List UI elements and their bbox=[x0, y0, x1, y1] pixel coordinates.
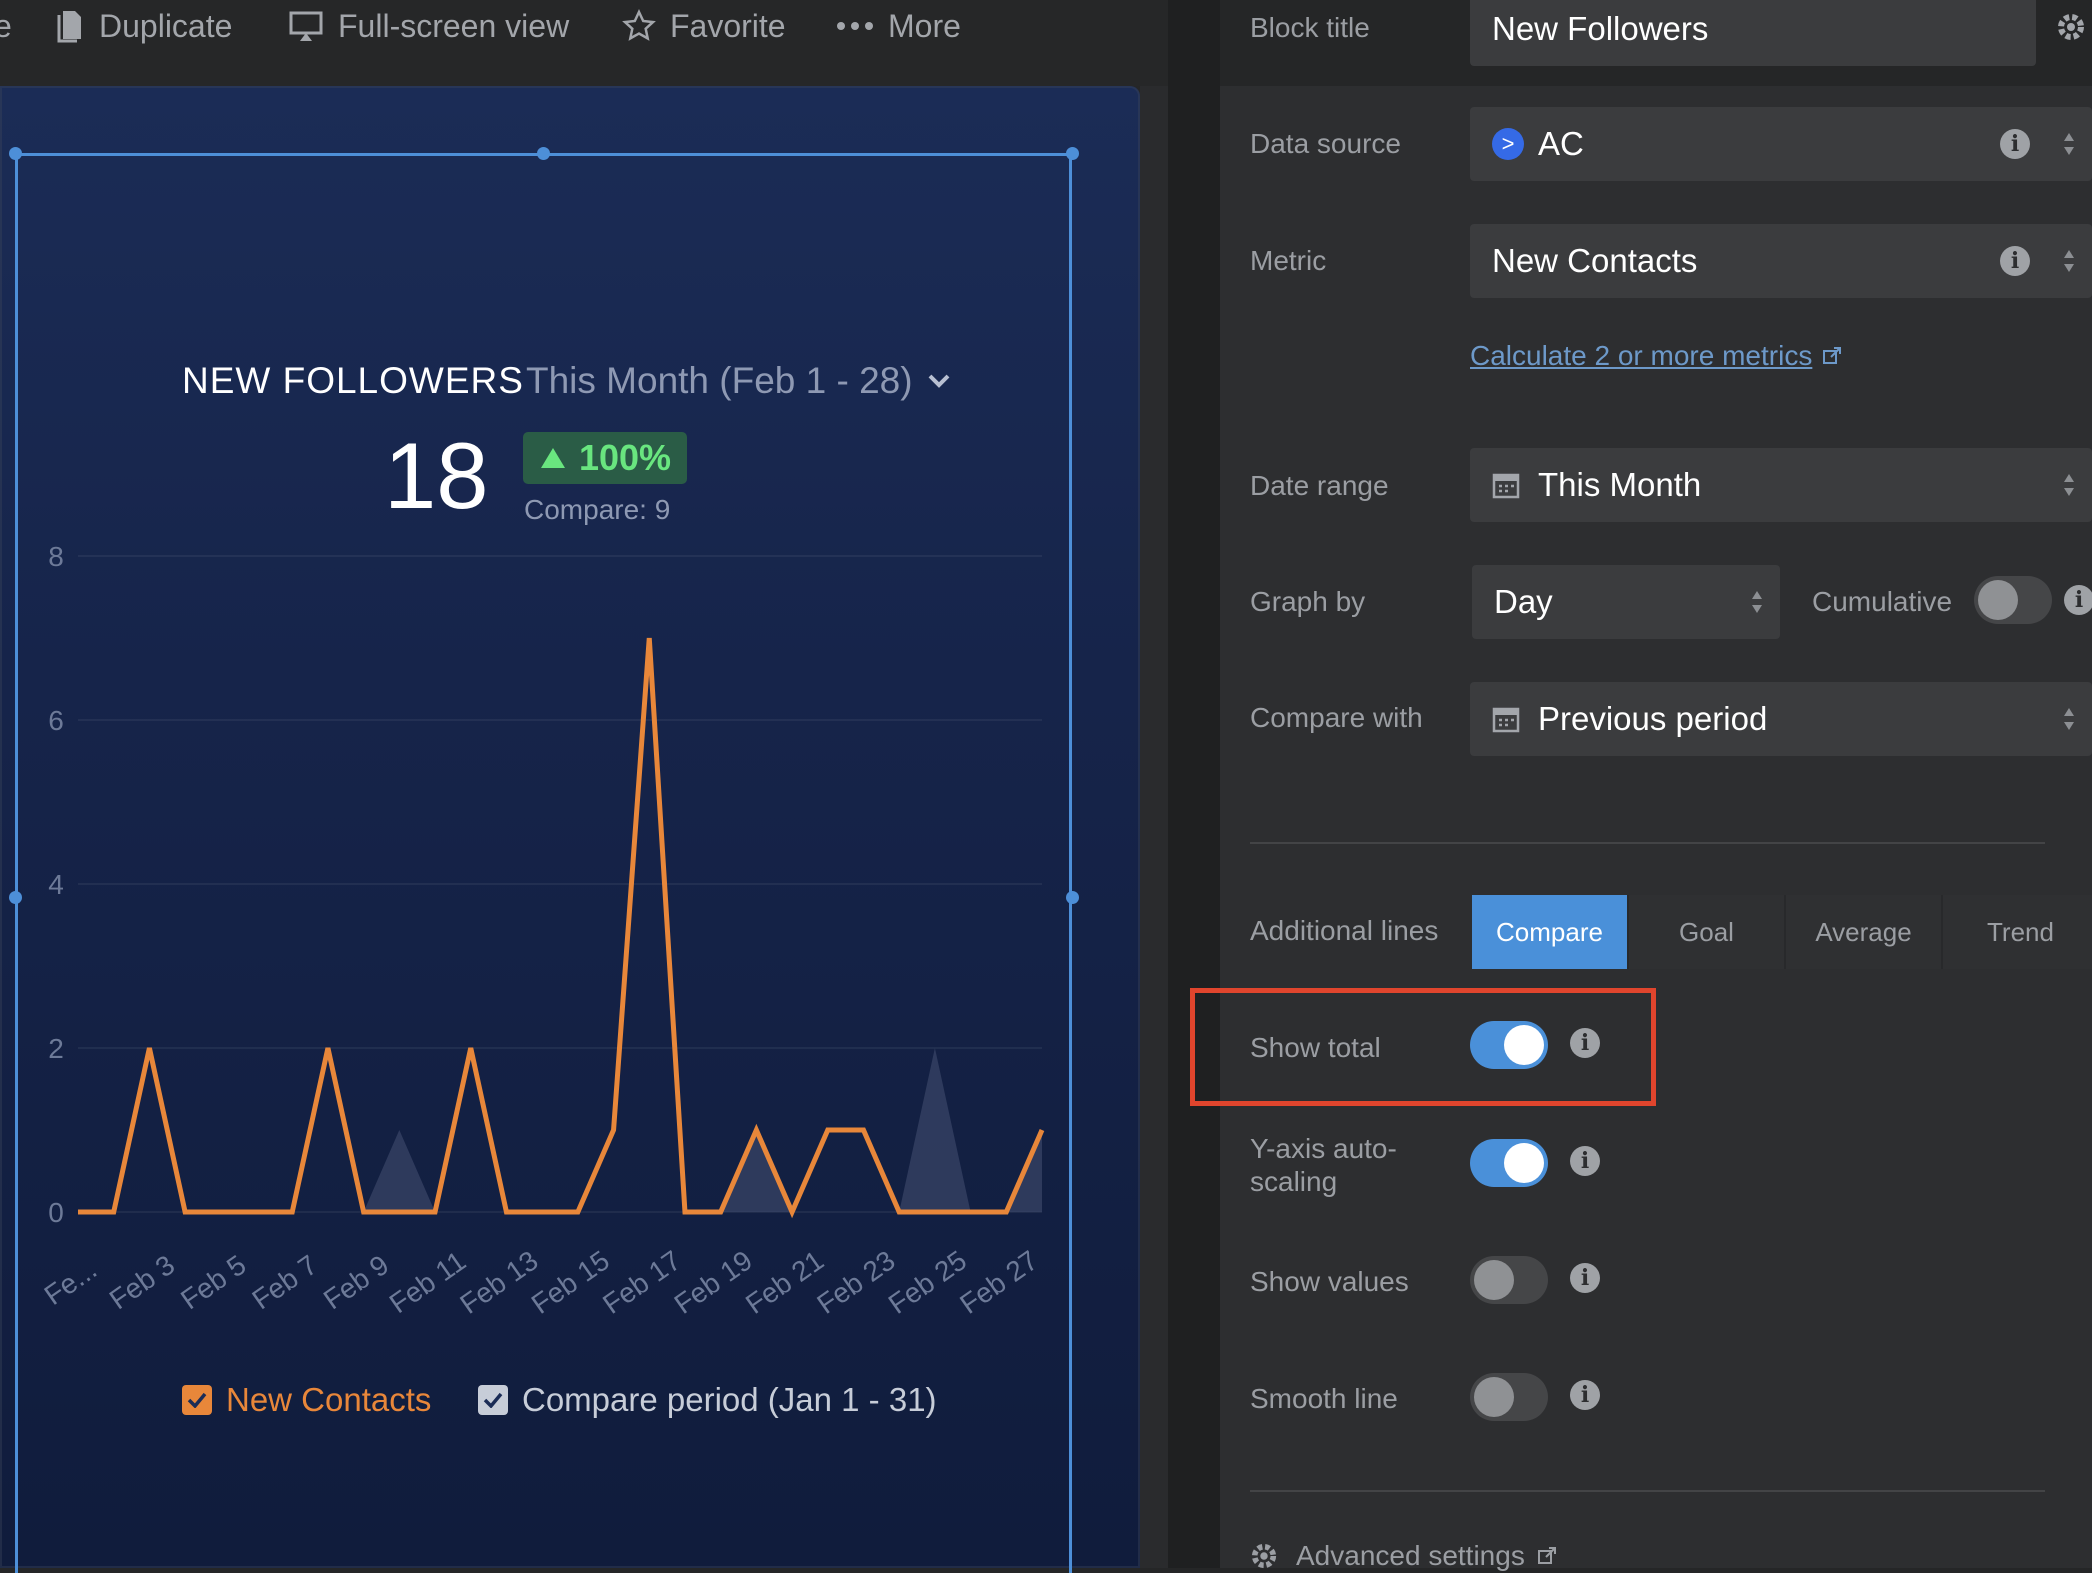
info-icon[interactable]: i bbox=[1570, 1380, 1600, 1410]
block-title-value: New Followers bbox=[1492, 10, 1708, 48]
metric-label: Metric bbox=[1250, 245, 1326, 277]
y-tick-label: 0 bbox=[48, 1197, 64, 1228]
calendar-icon bbox=[1492, 705, 1520, 733]
data-source-label: Data source bbox=[1250, 128, 1401, 160]
info-icon[interactable]: i bbox=[2000, 246, 2030, 276]
updown-icon bbox=[2062, 246, 2076, 276]
tab-compare[interactable]: Compare bbox=[1472, 895, 1629, 969]
compare-with-select[interactable]: Previous period bbox=[1470, 682, 2092, 756]
line-chart: 02468Fe...Feb 3Feb 5Feb 7Feb 9Feb 11Feb … bbox=[0, 0, 1140, 1568]
x-tick-label: Feb 27 bbox=[954, 1245, 1043, 1320]
gear-icon[interactable] bbox=[2056, 12, 2086, 42]
metric-value: New Contacts bbox=[1492, 242, 1697, 280]
toggle-knob bbox=[1474, 1260, 1514, 1300]
additional-lines-tabs: Compare Goal Average Trend bbox=[1472, 895, 2092, 969]
x-tick-label: Feb 5 bbox=[175, 1249, 251, 1315]
block-title-input[interactable]: New Followers bbox=[1470, 0, 2036, 66]
compare-with-label: Compare with bbox=[1250, 702, 1423, 734]
graph-by-value: Day bbox=[1494, 583, 1553, 621]
compare-with-value: Previous period bbox=[1538, 700, 1767, 738]
x-tick-label: Feb 11 bbox=[384, 1245, 471, 1319]
yaxis-autoscaling-toggle[interactable] bbox=[1470, 1139, 1548, 1187]
toggle-knob bbox=[1978, 580, 2018, 620]
block-title-label: Block title bbox=[1250, 12, 1370, 44]
calculate-metrics-link[interactable]: Calculate 2 or more metrics bbox=[1470, 340, 1842, 372]
legend-label: Compare period (Jan 1 - 31) bbox=[522, 1381, 937, 1419]
x-tick-label: Feb 9 bbox=[318, 1249, 394, 1315]
data-source-select[interactable]: > AC i bbox=[1470, 107, 2092, 181]
y-tick-label: 8 bbox=[48, 541, 64, 572]
x-tick-label: Feb 21 bbox=[740, 1245, 829, 1320]
x-tick-label: Feb 15 bbox=[526, 1245, 615, 1320]
smooth-line-label: Smooth line bbox=[1250, 1383, 1398, 1415]
checkmark-icon bbox=[483, 1392, 503, 1408]
external-link-icon bbox=[1822, 346, 1842, 366]
toggle-knob bbox=[1504, 1143, 1544, 1183]
info-icon[interactable]: i bbox=[1570, 1263, 1600, 1293]
x-tick-label: Feb 17 bbox=[597, 1245, 686, 1320]
legend-label: New Contacts bbox=[226, 1381, 431, 1419]
external-link-icon bbox=[1537, 1546, 1557, 1566]
x-tick-label: Feb 3 bbox=[104, 1249, 180, 1315]
updown-icon bbox=[2062, 129, 2076, 159]
y-tick-label: 2 bbox=[48, 1033, 64, 1064]
y-tick-label: 4 bbox=[48, 869, 64, 900]
compare-area bbox=[78, 1048, 1042, 1212]
graph-by-select[interactable]: Day bbox=[1472, 565, 1780, 639]
section-divider bbox=[1250, 842, 2045, 844]
advanced-settings-link[interactable]: Advanced settings bbox=[1250, 1540, 1557, 1572]
x-tick-label: Feb 7 bbox=[247, 1249, 323, 1315]
show-values-toggle[interactable] bbox=[1470, 1256, 1548, 1304]
info-icon[interactable]: i bbox=[2000, 129, 2030, 159]
updown-icon bbox=[2062, 470, 2076, 500]
toggle-knob bbox=[1474, 1377, 1514, 1417]
checkbox-new-contacts[interactable] bbox=[182, 1385, 212, 1415]
section-divider bbox=[1250, 1490, 2045, 1492]
tab-average[interactable]: Average bbox=[1786, 895, 1943, 969]
cumulative-toggle[interactable] bbox=[1974, 576, 2052, 624]
tab-goal[interactable]: Goal bbox=[1629, 895, 1786, 969]
additional-lines-label: Additional lines bbox=[1250, 915, 1438, 947]
activecampaign-icon: > bbox=[1492, 128, 1524, 160]
calendar-icon bbox=[1492, 471, 1520, 499]
checkmark-icon bbox=[187, 1392, 207, 1408]
data-source-value: AC bbox=[1538, 125, 1584, 163]
cumulative-label: Cumulative bbox=[1812, 586, 1952, 618]
yaxis-autoscaling-label: Y-axis auto- scaling bbox=[1250, 1132, 1397, 1198]
info-icon[interactable]: i bbox=[2064, 585, 2092, 615]
pane-divider[interactable] bbox=[1168, 0, 1220, 1568]
tab-trend[interactable]: Trend bbox=[1943, 895, 2092, 969]
info-icon[interactable]: i bbox=[1570, 1146, 1600, 1176]
date-range-value: This Month bbox=[1538, 466, 1701, 504]
x-tick-label: Feb 25 bbox=[883, 1245, 972, 1320]
advanced-settings-label: Advanced settings bbox=[1296, 1540, 1525, 1572]
legend-compare-period[interactable]: Compare period (Jan 1 - 31) bbox=[478, 1377, 937, 1423]
updown-icon bbox=[2062, 704, 2076, 734]
gear-icon bbox=[1250, 1542, 1278, 1570]
highlight-box bbox=[1190, 988, 1656, 1106]
legend-new-contacts[interactable]: New Contacts bbox=[182, 1377, 431, 1423]
x-tick-label: Fe... bbox=[39, 1253, 103, 1311]
y-tick-label: 6 bbox=[48, 705, 64, 736]
new-contacts-line bbox=[78, 638, 1042, 1212]
x-tick-label: Feb 23 bbox=[811, 1245, 900, 1320]
date-range-select[interactable]: This Month bbox=[1470, 448, 2092, 522]
date-range-label: Date range bbox=[1250, 470, 1389, 502]
smooth-line-toggle[interactable] bbox=[1470, 1373, 1548, 1421]
x-tick-label: Feb 19 bbox=[669, 1245, 758, 1320]
updown-icon bbox=[1750, 587, 1764, 617]
show-values-label: Show values bbox=[1250, 1266, 1409, 1298]
checkbox-compare-period[interactable] bbox=[478, 1385, 508, 1415]
x-tick-label: Feb 13 bbox=[454, 1245, 543, 1320]
metric-select[interactable]: New Contacts i bbox=[1470, 224, 2092, 298]
preview-edge bbox=[1140, 86, 1168, 1568]
graph-by-label: Graph by bbox=[1250, 586, 1365, 618]
calculate-metrics-label: Calculate 2 or more metrics bbox=[1470, 340, 1812, 372]
